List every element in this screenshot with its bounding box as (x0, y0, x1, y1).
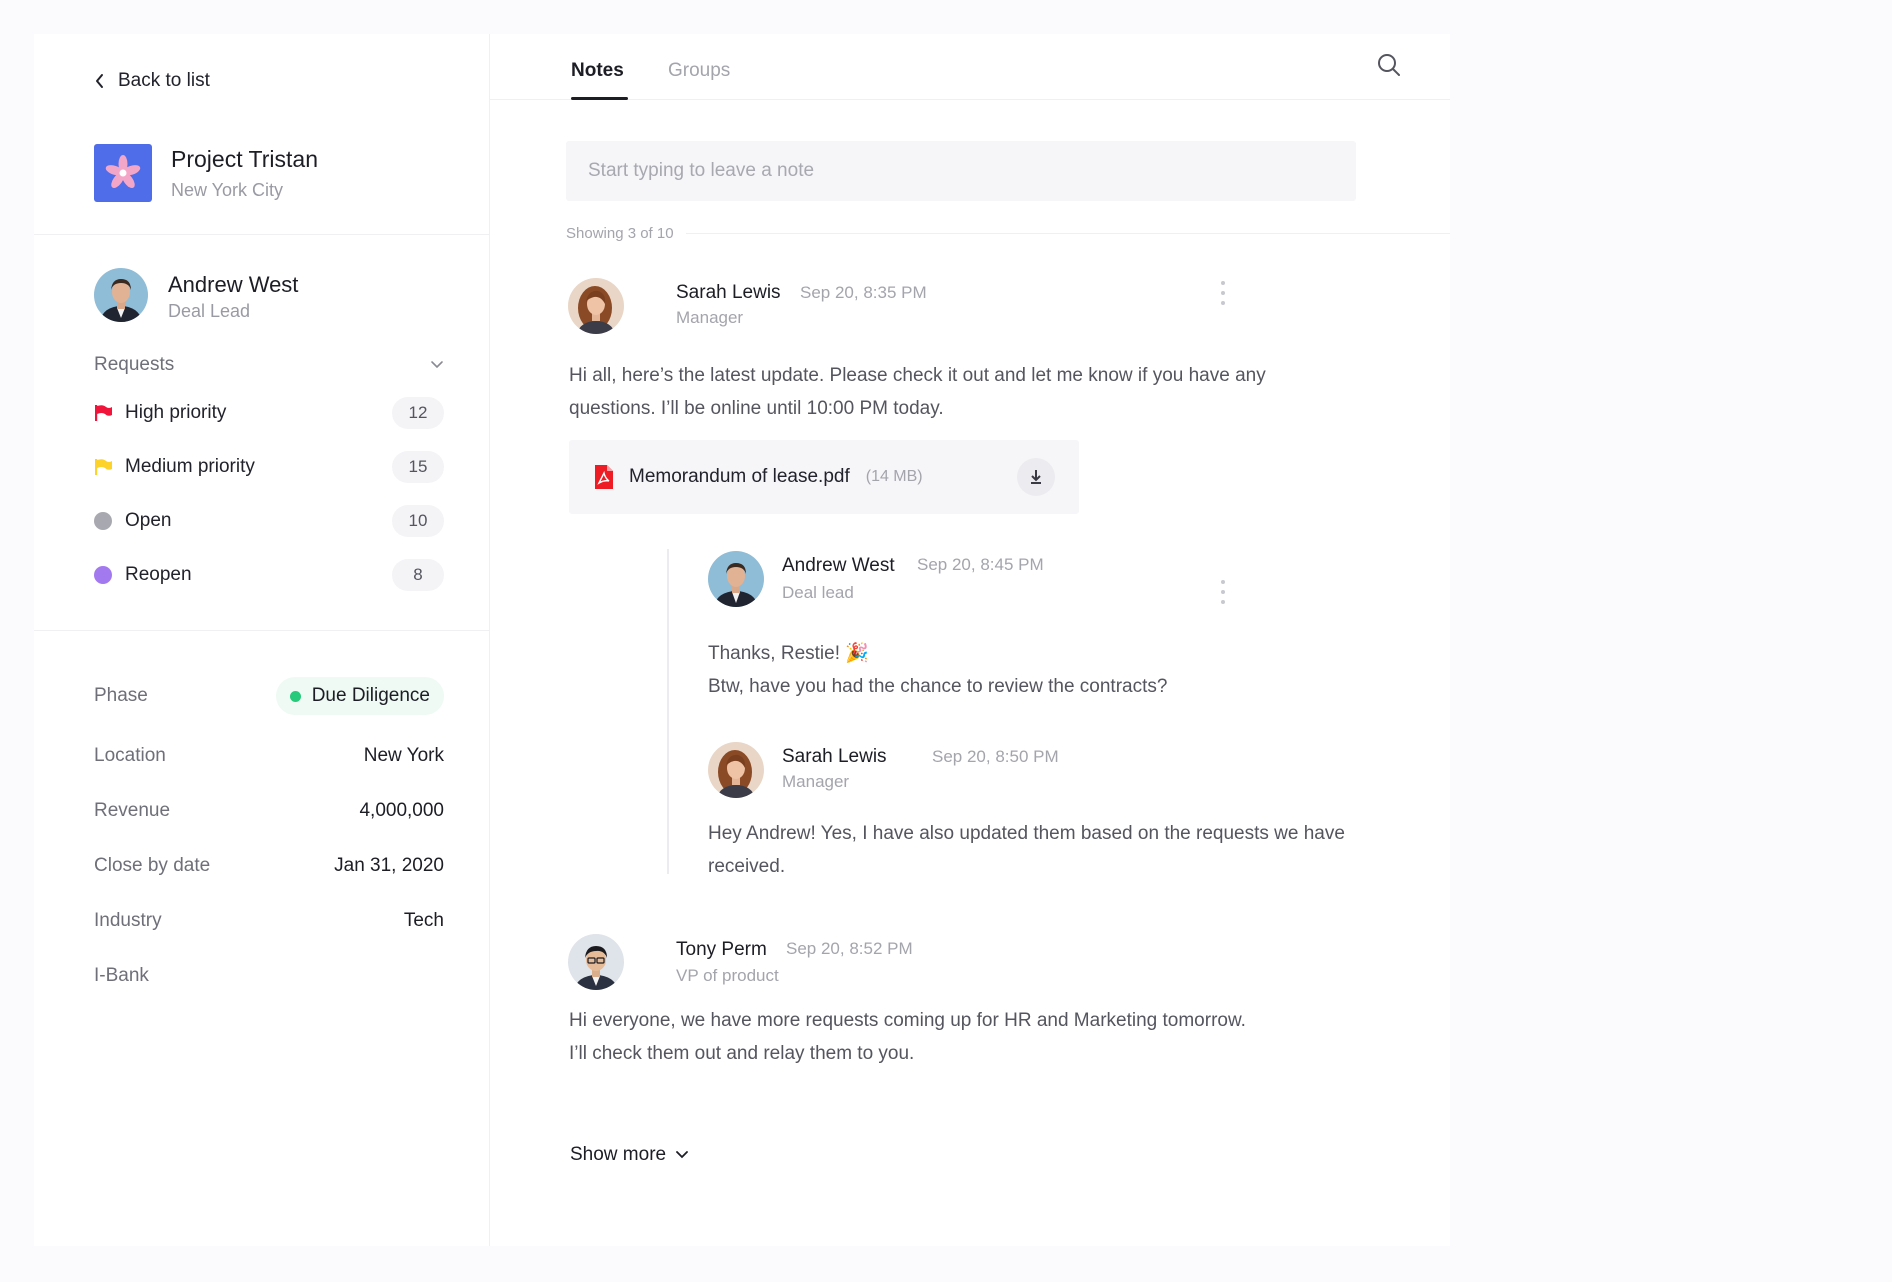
property-key: Close by date (94, 855, 211, 876)
person-avatar-icon (568, 934, 624, 990)
author-name[interactable]: Andrew West (782, 555, 895, 577)
flower-icon (105, 155, 141, 189)
show-more-label: Show more (570, 1144, 667, 1165)
purple-dot-icon (94, 566, 112, 584)
download-icon[interactable] (1017, 458, 1055, 496)
show-more-button[interactable]: Show more (570, 1144, 689, 1166)
file-attachment[interactable]: Memorandum of lease.pdf (14 MB) (569, 440, 1079, 514)
author-role: Deal lead (782, 583, 854, 602)
author-role: Manager (676, 308, 744, 327)
avatar (568, 934, 624, 990)
request-label: High priority (125, 402, 227, 423)
note-text: Hi all, here’s the latest update. Please… (569, 365, 1266, 419)
request-medium-priority[interactable]: Medium priority 15 (94, 451, 444, 483)
request-count-badge: 15 (392, 451, 444, 483)
note-text: Hey Andrew! Yes, I have also updated the… (708, 823, 1345, 877)
gray-dot-icon (94, 512, 112, 530)
pdf-icon (595, 465, 613, 489)
request-count-badge: 12 (392, 397, 444, 429)
property-value: Tech (403, 910, 444, 931)
note-text: Btw, have you had the chance to review t… (708, 676, 1168, 697)
author-role: VP of product (676, 966, 779, 985)
property-value: Jan 31, 2020 (334, 855, 444, 876)
search-icon[interactable] (1376, 52, 1402, 78)
thread-line (667, 549, 669, 874)
sidebar: Back to list Project Tristan New York Ci… (34, 34, 490, 1246)
avatar (708, 551, 764, 607)
property-revenue: Revenue 4,000,000 (94, 793, 444, 829)
note-timestamp: Sep 20, 8:35 PM (800, 283, 927, 302)
divider (34, 630, 490, 631)
more-options-icon[interactable] (1218, 281, 1228, 305)
lead-role: Deal Lead (168, 301, 251, 321)
project-subtitle: New York City (171, 180, 284, 200)
request-label: Medium priority (125, 456, 255, 477)
phase-value: Due Diligence (311, 685, 430, 706)
request-reopen[interactable]: Reopen 8 (94, 559, 444, 591)
property-value: New York (363, 745, 444, 766)
tab-bar: Notes Groups (490, 34, 1450, 100)
red-flag-icon (94, 404, 112, 422)
file-name: Memorandum of lease.pdf (629, 466, 850, 487)
green-dot-icon (289, 690, 301, 702)
person-avatar-icon (94, 268, 148, 322)
note-text: Thanks, Restie! 🎉 (708, 643, 869, 664)
chevron-down-icon[interactable] (430, 356, 444, 374)
person-avatar-icon (708, 742, 764, 798)
divider (685, 233, 1450, 234)
note-text: Hi everyone, we have more requests comin… (569, 1010, 1246, 1064)
author-name[interactable]: Tony Perm (676, 939, 767, 961)
active-tab-indicator (571, 97, 628, 100)
requests-label: Requests (94, 354, 175, 375)
note-timestamp: Sep 20, 8:52 PM (786, 939, 913, 958)
back-label: Back to list (118, 70, 210, 91)
back-to-list-link[interactable]: Back to list (94, 70, 210, 92)
person-avatar-icon (568, 278, 624, 334)
note-timestamp: Sep 20, 8:50 PM (932, 747, 1059, 766)
property-location: Location New York (94, 738, 444, 774)
requests-header[interactable]: Requests (94, 354, 444, 376)
property-key: Phase (94, 685, 148, 706)
note-timestamp: Sep 20, 8:45 PM (917, 555, 1044, 574)
more-options-icon[interactable] (1218, 580, 1228, 604)
avatar (708, 742, 764, 798)
property-key: Location (94, 745, 166, 766)
avatar (568, 278, 624, 334)
person-avatar-icon (708, 551, 764, 607)
property-key: Revenue (94, 800, 171, 821)
request-open[interactable]: Open 10 (94, 505, 444, 537)
note-input[interactable] (566, 141, 1356, 201)
yellow-flag-icon (94, 458, 112, 476)
showing-count: Showing 3 of 10 (566, 225, 674, 242)
showing-count-row: Showing 3 of 10 (566, 225, 1450, 242)
tab-groups[interactable]: Groups (668, 60, 730, 82)
property-key: I-Bank (94, 965, 149, 986)
property-ibank: I-Bank (94, 958, 444, 994)
request-count-badge: 10 (392, 505, 444, 537)
chevron-down-icon (676, 1151, 689, 1159)
lead-name: Andrew West (168, 272, 299, 297)
tab-notes[interactable]: Notes (571, 60, 624, 82)
property-value: 4,000,000 (359, 800, 444, 821)
project-logo (94, 144, 152, 202)
chevron-left-icon (96, 74, 103, 88)
phase-badge[interactable]: Due Diligence (275, 677, 444, 715)
property-close-date: Close by date Jan 31, 2020 (94, 848, 444, 884)
request-count-badge: 8 (392, 559, 444, 591)
file-size: (14 MB) (865, 468, 923, 485)
property-phase: Phase Due Diligence (94, 677, 444, 715)
divider (34, 234, 490, 235)
avatar (94, 268, 148, 322)
request-label: Reopen (125, 564, 192, 585)
author-role: Manager (782, 772, 850, 791)
author-name[interactable]: Sarah Lewis (676, 282, 781, 304)
author-name[interactable]: Sarah Lewis (782, 746, 887, 768)
project-title: Project Tristan (171, 146, 318, 172)
property-key: Industry (94, 910, 162, 931)
request-high-priority[interactable]: High priority 12 (94, 397, 444, 429)
request-label: Open (125, 510, 172, 531)
deal-card: Back to list Project Tristan New York Ci… (34, 34, 1450, 1246)
property-industry: Industry Tech (94, 903, 444, 939)
notes-panel: Notes Groups Showing 3 of 10 Sar (490, 34, 1450, 1246)
